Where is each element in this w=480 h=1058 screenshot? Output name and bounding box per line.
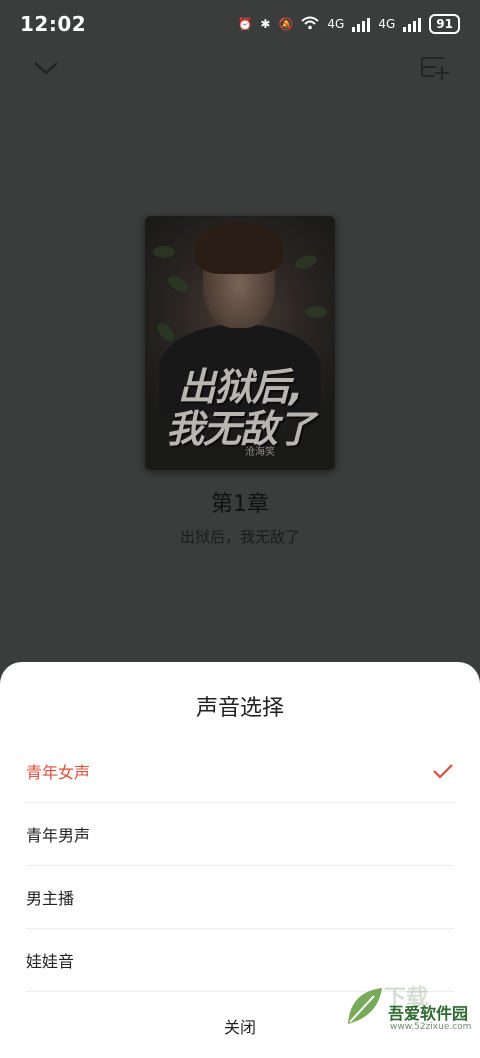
playlist-add-icon[interactable] — [420, 54, 450, 82]
signal-icon-1 — [352, 16, 371, 32]
chevron-down-icon[interactable] — [30, 56, 62, 80]
network-label-1: 4G — [327, 17, 345, 31]
sheet-title: 声音选择 — [195, 696, 284, 721]
book-title: 出狱后，我无敌了 — [179, 528, 300, 546]
alarm-icon: ⏰ — [237, 17, 253, 31]
leaf-logo-icon — [348, 988, 382, 1024]
mute-icon: 🔕 — [278, 17, 294, 31]
voice-options-list: 青年女声 青年男声 男主播 娃娃音 — [26, 740, 454, 992]
checkmark-icon — [433, 764, 453, 779]
bluetooth-icon: ✱ — [260, 17, 271, 31]
watermark-url: www.52zixue.com — [390, 1022, 472, 1032]
top-bar — [0, 48, 480, 96]
network-label-2: 4G — [378, 17, 396, 31]
status-time: 12:02 — [20, 12, 87, 36]
cover-title: 出狱后, 我无敌了 — [165, 365, 315, 451]
voice-option-label: 娃娃音 — [26, 952, 75, 971]
voice-option-label: 青年男声 — [26, 826, 91, 845]
chapter-title: 第1章 — [211, 492, 269, 517]
voice-option-male-host[interactable]: 男主播 — [26, 866, 454, 929]
signal-icon-2 — [403, 16, 422, 32]
voice-option-label: 男主播 — [26, 889, 75, 908]
voice-option-young-male[interactable]: 青年男声 — [26, 803, 454, 866]
voice-selection-sheet: 声音选择 青年女声 青年男声 男主播 娃娃音 关闭 下载 吾爱软件园 www.5… — [0, 662, 480, 1058]
status-icons: ⏰ ✱ 🔕 4G 4G 91 — [237, 14, 460, 34]
voice-option-young-female[interactable]: 青年女声 — [26, 740, 454, 803]
watermark-logo: 下载 吾爱软件园 www.52zixue.com — [340, 980, 472, 1050]
cover-author: 沧海笑 — [245, 447, 275, 458]
watermark-brand: 吾爱软件园 — [388, 1004, 469, 1023]
battery-indicator: 91 — [429, 14, 460, 34]
status-bar: 12:02 ⏰ ✱ 🔕 4G 4G 91 — [0, 0, 480, 48]
book-cover: 出狱后, 我无敌了 沧海笑 — [145, 216, 335, 470]
player-screen: 12:02 ⏰ ✱ 🔕 4G 4G 91 出狱后, 我无敌了 沧海笑 第1章 出… — [0, 0, 480, 1058]
voice-option-label: 青年女声 — [26, 763, 91, 782]
wifi-icon — [301, 16, 320, 33]
